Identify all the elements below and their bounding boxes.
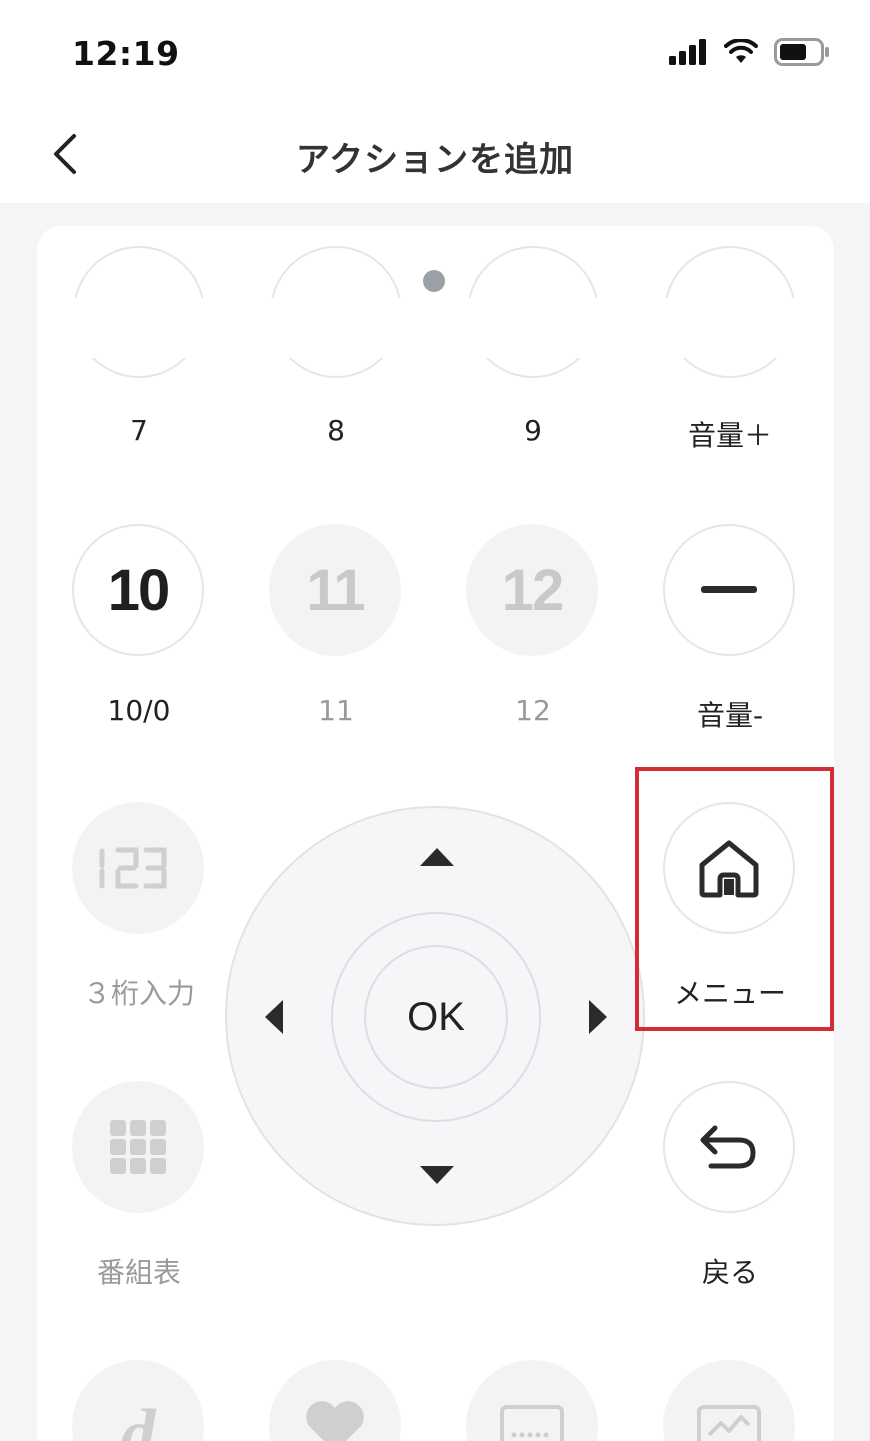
subtitle-icon [500, 1405, 564, 1441]
chart-screen-icon [697, 1405, 761, 1441]
page-indicator-dot [423, 270, 445, 292]
label-back: 戻る [701, 1256, 758, 1289]
mask-strip [37, 298, 834, 358]
label-11: 11 [318, 694, 354, 727]
label-7: 7 [130, 414, 148, 447]
dpad-up-icon[interactable] [420, 848, 454, 866]
ok-button[interactable]: OK [364, 945, 508, 1089]
dpad: OK [225, 806, 645, 1226]
label-volume-up: 音量＋ [687, 419, 772, 452]
grid-icon [110, 1120, 166, 1174]
label-three-digit: ３桁入力 [82, 977, 195, 1010]
status-time: 12:19 [72, 34, 180, 73]
wifi-icon [724, 39, 758, 63]
d-letter-icon: d [120, 1396, 156, 1441]
dpad-down-icon[interactable] [420, 1166, 454, 1184]
top-bar: 12:19 アクションを追加 [0, 0, 870, 203]
label-12: 12 [515, 694, 551, 727]
minus-icon [701, 586, 757, 593]
dpad-right-icon[interactable] [589, 1000, 607, 1034]
button-back[interactable] [663, 1081, 795, 1213]
label-guide: 番組表 [96, 1256, 181, 1289]
screen: 12:19 アクションを追加 7 8 9 音量＋ 10 11 12 10/0 1… [0, 0, 870, 1441]
signal-icon [669, 39, 706, 65]
label-volume-down: 音量- [696, 699, 764, 732]
label-10: 10/0 [107, 694, 171, 727]
button-12[interactable]: 12 [466, 524, 598, 656]
dpad-left-icon[interactable] [265, 1000, 283, 1034]
button-10-text: 10 [107, 557, 170, 623]
button-d[interactable]: d [72, 1360, 204, 1441]
button-volume-down[interactable] [663, 524, 795, 656]
button-11[interactable]: 11 [269, 524, 401, 656]
label-9: 9 [524, 414, 542, 447]
button-favorite[interactable] [269, 1360, 401, 1441]
digits-123-icon [99, 847, 167, 889]
page-title: アクションを追加 [295, 140, 575, 180]
label-8: 8 [327, 414, 345, 447]
button-guide[interactable] [72, 1081, 204, 1213]
button-subtitle[interactable] [466, 1360, 598, 1441]
button-12-text: 12 [501, 557, 564, 623]
button-three-digit[interactable] [72, 802, 204, 934]
button-11-text: 11 [306, 557, 365, 623]
button-10[interactable]: 10 [72, 524, 204, 656]
status-icons [668, 38, 830, 66]
button-data[interactable] [663, 1360, 795, 1441]
return-arrow-icon [700, 1125, 756, 1169]
battery-icon [774, 38, 829, 66]
heart-icon [306, 1401, 364, 1441]
highlight-box [635, 767, 834, 1031]
